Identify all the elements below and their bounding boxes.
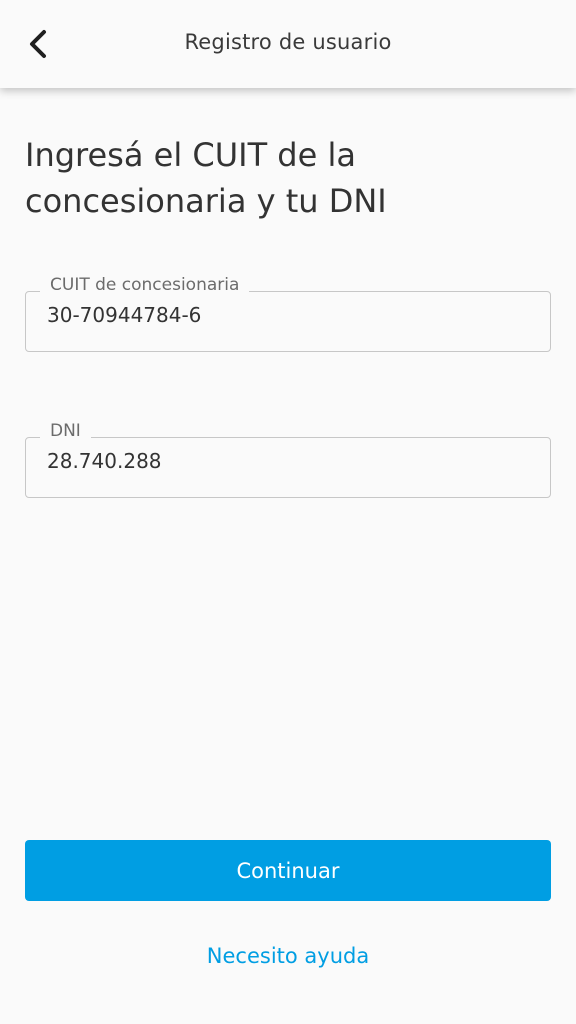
page-title: Registro de usuario xyxy=(184,30,392,54)
app-bar: Registro de usuario xyxy=(0,0,576,88)
dni-field[interactable]: DNI xyxy=(25,421,551,498)
registration-screen: Registro de usuario Ingresá el CUIT de l… xyxy=(0,0,576,1024)
form-heading: Ingresá el CUIT de la concesionaria y tu… xyxy=(25,136,387,220)
continue-button[interactable]: Continuar xyxy=(25,840,551,901)
help-link[interactable]: Necesito ayuda xyxy=(0,944,576,968)
dni-field-label: DNI xyxy=(40,421,91,441)
dni-input[interactable] xyxy=(47,449,527,473)
cuit-field-label: CUIT de concesionaria xyxy=(40,275,250,295)
cuit-input[interactable] xyxy=(47,303,527,327)
cuit-field[interactable]: CUIT de concesionaria xyxy=(25,275,551,352)
